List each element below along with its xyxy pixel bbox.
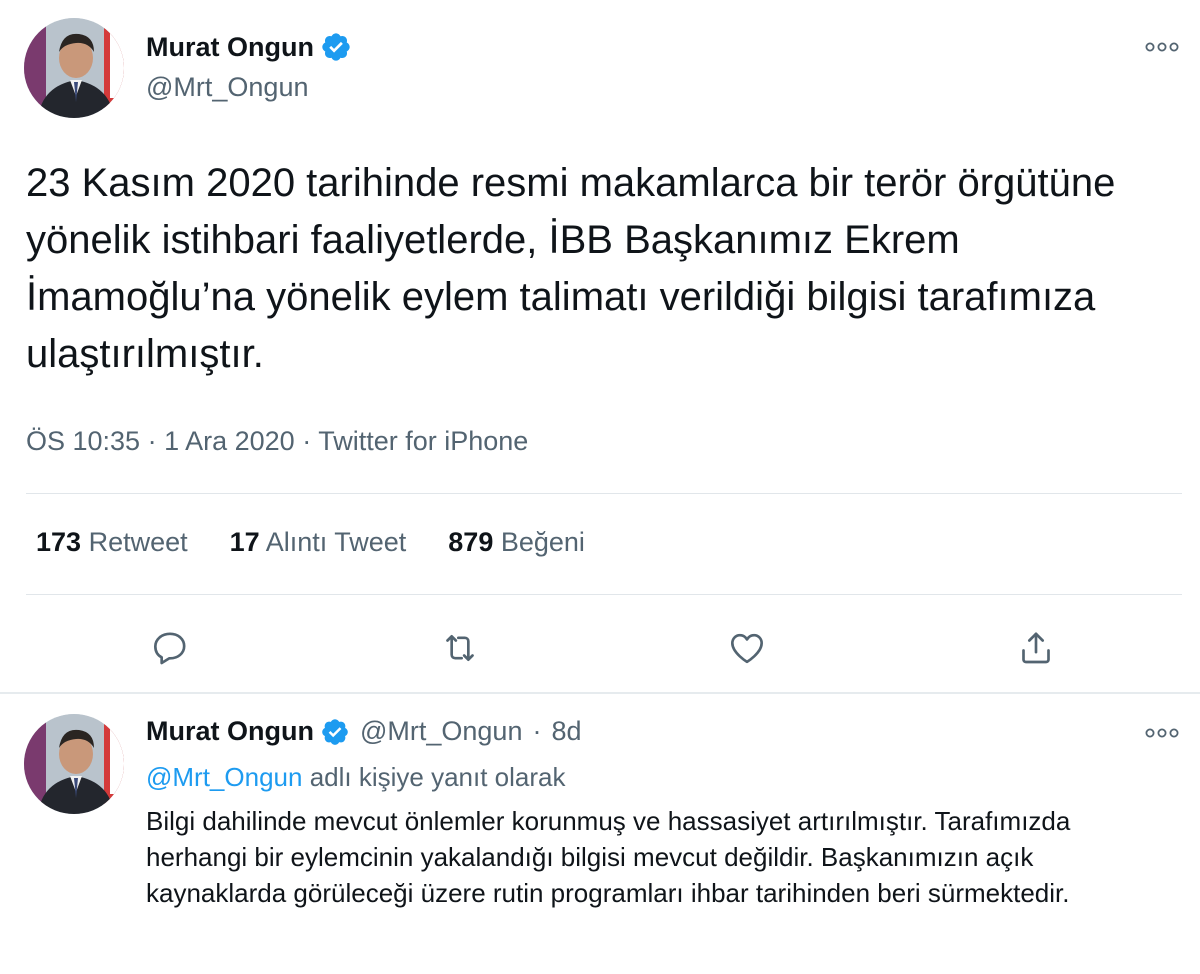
tweet-text: 23 Kasım 2020 tarihinde resmi makamlarca…	[26, 161, 1116, 376]
reply-avatar[interactable]	[24, 714, 124, 814]
like-button[interactable]	[725, 626, 769, 670]
reply-author-handle[interactable]: @Mrt_Ongun	[360, 716, 522, 747]
quote-count: 17	[229, 527, 260, 557]
author-handle-row: @Mrt_Ongun	[146, 72, 308, 103]
retweet-button[interactable]	[438, 626, 482, 670]
reply-age[interactable]: 8d	[551, 716, 581, 747]
avatar-photo	[24, 714, 124, 814]
quote-label: Alıntı Tweet	[265, 527, 407, 557]
reply-button[interactable]	[148, 626, 192, 670]
author-display-name[interactable]: Murat Ongun	[146, 32, 314, 63]
like-stat[interactable]: 879 Beğeni	[448, 527, 585, 558]
tweet-meta: ÖS 10:35 · 1 Ara 2020 · Twitter for iPho…	[26, 426, 528, 457]
tweet-time[interactable]: ÖS 10:35	[26, 426, 140, 456]
divider	[26, 493, 1182, 494]
author-name-row: Murat Ongun	[146, 31, 352, 63]
reply-separator: ·	[532, 716, 542, 746]
section-divider	[0, 692, 1200, 694]
share-icon	[1022, 632, 1050, 664]
divider	[26, 594, 1182, 595]
like-icon	[731, 633, 763, 664]
tweet-date[interactable]: 1 Ara 2020	[164, 426, 295, 456]
tweet-stats: 173 Retweet 17 Alıntı Tweet 879 Beğeni	[36, 527, 627, 558]
avatar[interactable]	[24, 18, 124, 118]
more-icon[interactable]	[1142, 36, 1182, 58]
replying-to-label: adlı kişiye yanıt olarak	[309, 762, 566, 792]
quote-stat[interactable]: 17 Alıntı Tweet	[230, 527, 407, 558]
avatar-photo	[24, 18, 124, 118]
reply-icon	[154, 632, 186, 665]
verified-badge-icon	[320, 31, 352, 63]
reply-author-display-name[interactable]: Murat Ongun	[146, 716, 314, 747]
meta-separator: ·	[140, 426, 165, 456]
retweet-icon	[446, 635, 474, 661]
reply-author-row: Murat Ongun @Mrt_Ongun · 8d	[146, 716, 582, 747]
author-handle[interactable]: @Mrt_Ongun	[146, 72, 308, 103]
meta-separator: ·	[294, 426, 319, 456]
retweet-label: Retweet	[88, 527, 188, 557]
like-label: Beğeni	[500, 527, 585, 557]
reply-tweet-text: Bilgi dahilinde mevcut önlemler korunmuş…	[146, 806, 1071, 908]
retweet-stat[interactable]: 173 Retweet	[36, 527, 188, 558]
share-button[interactable]	[1014, 626, 1058, 670]
like-count: 879	[448, 527, 494, 557]
retweet-count: 173	[36, 527, 82, 557]
replying-to: @Mrt_Ongun adlı kişiye yanıt olarak	[146, 762, 566, 793]
tweet-source[interactable]: Twitter for iPhone	[318, 426, 528, 456]
verified-badge-icon	[320, 717, 350, 747]
replying-to-mention[interactable]: @Mrt_Ongun	[146, 762, 302, 792]
reply-more-icon[interactable]	[1142, 722, 1182, 744]
